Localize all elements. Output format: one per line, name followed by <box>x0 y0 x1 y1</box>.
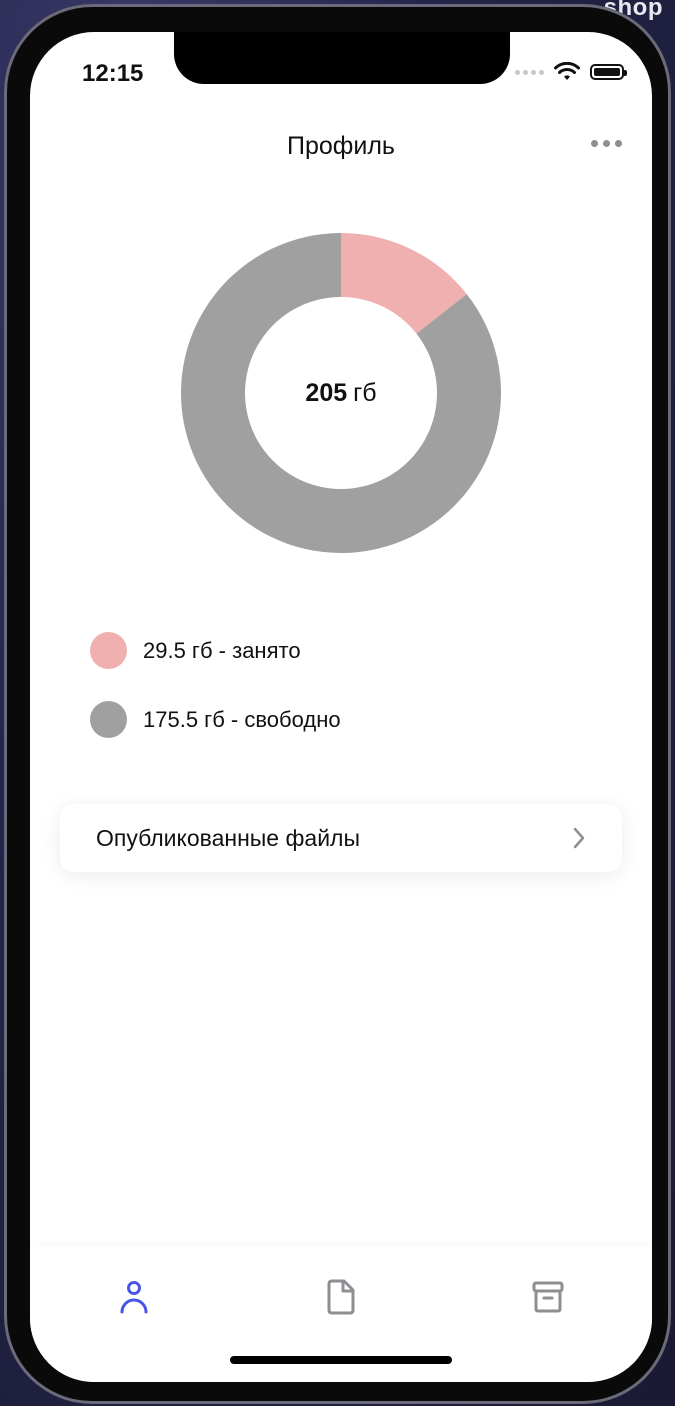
file-icon <box>327 1279 355 1315</box>
home-indicator <box>230 1356 452 1364</box>
tab-archive[interactable] <box>528 1277 568 1317</box>
screen: 12:15 Профиль 205 гб 29.5 гб - занято 17… <box>30 32 652 1382</box>
storage-total-unit: гб <box>353 378 377 407</box>
phone-frame: 12:15 Профиль 205 гб 29.5 гб - занято 17… <box>4 4 671 1404</box>
battery-icon <box>590 64 627 80</box>
free-color-dot <box>90 701 127 738</box>
tab-files[interactable] <box>321 1277 361 1317</box>
legend-item-free: 175.5 гб - свободно <box>90 701 341 738</box>
more-options-icon[interactable] <box>591 140 622 147</box>
status-indicators <box>515 62 627 82</box>
archive-icon <box>532 1281 564 1313</box>
status-time: 12:15 <box>82 60 144 87</box>
notch <box>174 32 510 84</box>
tab-profile[interactable] <box>114 1277 154 1317</box>
page-title: Профиль <box>287 132 395 160</box>
legend-item-used: 29.5 гб - занято <box>90 632 301 669</box>
tab-bar <box>30 1247 652 1382</box>
storage-total: 205 гб <box>180 232 502 554</box>
used-color-dot <box>90 632 127 669</box>
person-icon <box>120 1281 148 1314</box>
legend-label-free: 175.5 гб - свободно <box>143 706 341 732</box>
chevron-right-icon <box>573 827 585 849</box>
legend-label-used: 29.5 гб - занято <box>143 637 301 663</box>
wifi-icon <box>554 62 580 80</box>
published-files-row[interactable]: Опубликованные файлы <box>60 804 622 872</box>
published-files-label: Опубликованные файлы <box>96 824 361 851</box>
storage-total-value: 205 <box>305 378 348 407</box>
signal-icon <box>515 69 544 75</box>
